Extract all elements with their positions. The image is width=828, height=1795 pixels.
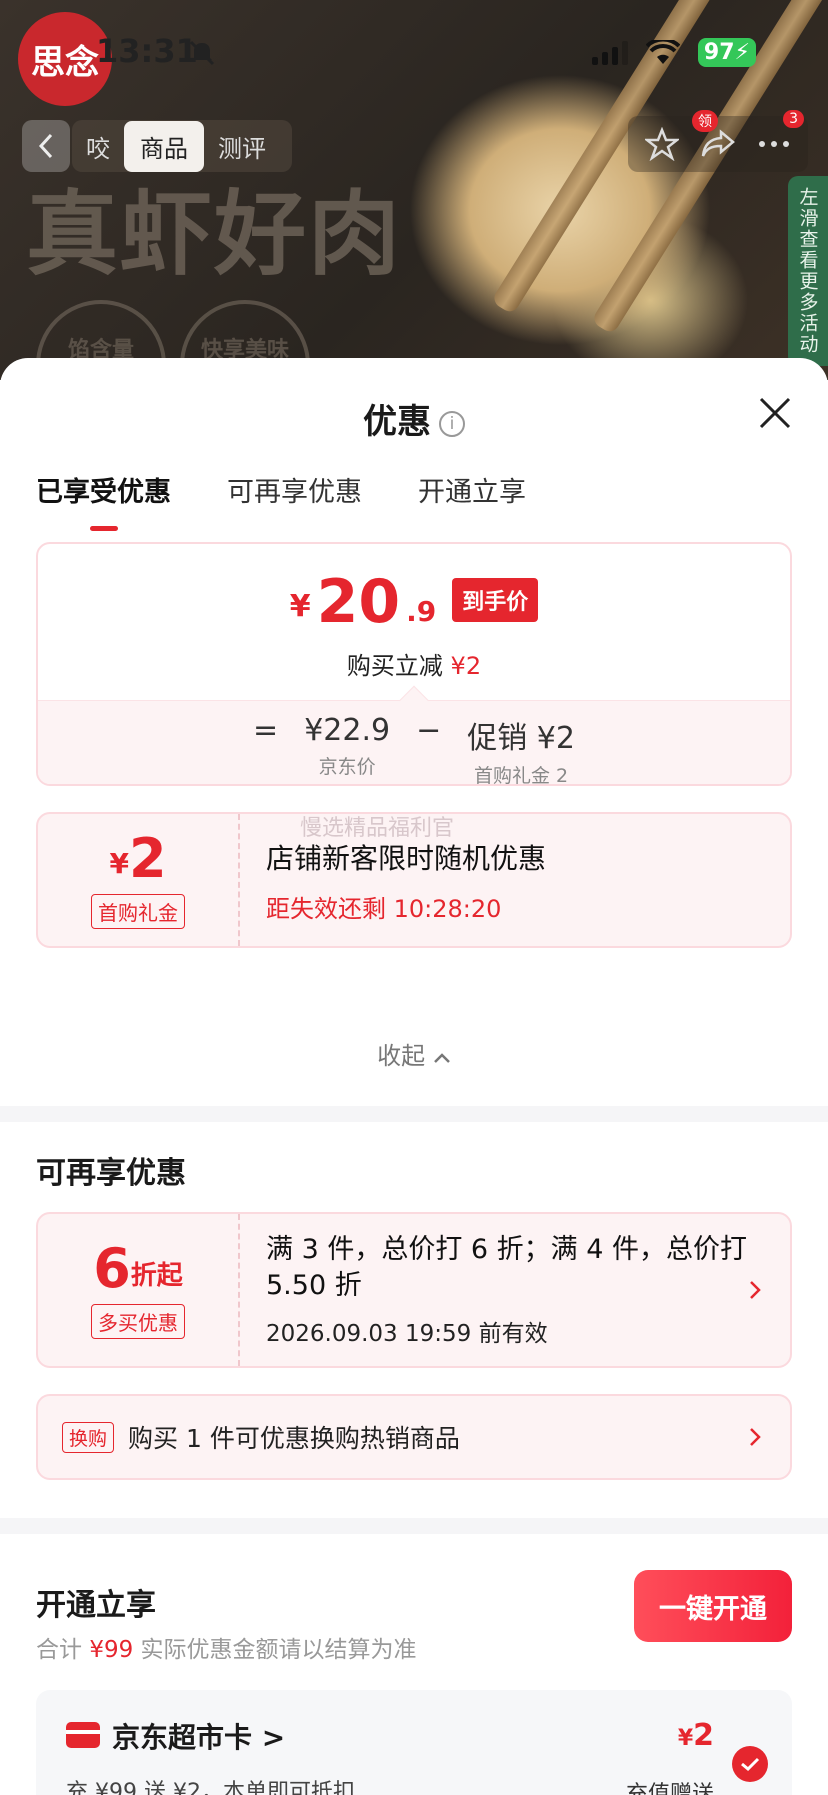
- favorite-button[interactable]: [642, 124, 682, 164]
- chevron-up-icon: [433, 1053, 450, 1063]
- jd-price: ¥22.9: [304, 713, 391, 748]
- card-bonus-label: 充值赠送: [625, 1782, 714, 1795]
- more-button[interactable]: 3: [754, 110, 804, 164]
- one-click-open-button[interactable]: 一键开通: [634, 1570, 792, 1642]
- card-icon: [66, 1722, 100, 1748]
- tab-more[interactable]: 可再享优惠: [227, 470, 362, 509]
- tab-enjoyed[interactable]: 已享受优惠: [36, 470, 171, 509]
- coupon-expiry: 2026.09.03 19:59 前有效: [266, 1321, 548, 1348]
- share-icon: [701, 129, 735, 157]
- price-formula: = ¥22.9 京东价 − 促销 ¥2 首购礼金 2: [253, 713, 575, 786]
- swap-text: 购买 1 件可优惠换购热销商品: [128, 1424, 460, 1453]
- final-price-card: ¥ 20 .9 到手价 购买立减 ¥2 = ¥22.9 京东价 − 促销 ¥2 首购…: [36, 542, 792, 786]
- discount-sheet: 优惠 i 已享受优惠 可再享优惠 开通立享 ¥ 20 .9 到手价 购买立减 ¥2…: [0, 358, 828, 1795]
- collapse-button[interactable]: 收起: [0, 1036, 828, 1071]
- coupon-title: 店铺新客限时随机优惠: [266, 841, 547, 875]
- discount-tabs: 已享受优惠 可再享优惠 开通立享: [36, 470, 526, 509]
- share-button[interactable]: 领: [692, 110, 738, 164]
- multi-buy-coupon[interactable]: 6 折起 多买优惠 满 3 件，总价打 6 折；满 4 件，总价打 5.50 折 …: [36, 1212, 792, 1368]
- open-section-title: 开通立享: [36, 1588, 156, 1623]
- status-time: 13:31: [96, 32, 198, 70]
- checkmark-icon: [741, 1757, 760, 1772]
- swap-tag: 换购: [62, 1421, 115, 1453]
- bell-muted-icon: [189, 40, 215, 66]
- coupon-type-label: 多买优惠: [91, 1303, 185, 1339]
- swap-offer[interactable]: 换购 购买 1 件可优惠换购热销商品: [36, 1394, 792, 1480]
- first-purchase-coupon: ¥2 首购礼金 店铺新客限时随机优惠 距失效还剩 10:28:20 慢选精品福利…: [36, 812, 792, 948]
- coupon-amount: ¥2: [109, 826, 167, 890]
- discount-rate: 6 折起: [93, 1236, 183, 1300]
- promo-amount: 促销 ¥2: [467, 721, 575, 756]
- nav-tab-product[interactable]: 商品: [124, 120, 204, 172]
- tab-open[interactable]: 开通立享: [418, 470, 526, 509]
- section-divider: [0, 1518, 828, 1534]
- star-icon: [645, 127, 679, 161]
- open-section-subtitle: 合计 ¥99 实际优惠金额请以结算为准: [36, 1637, 417, 1663]
- section-divider: [0, 1106, 828, 1122]
- share-badge: 领: [692, 110, 718, 132]
- nav-tab-review[interactable]: 测评: [204, 129, 280, 164]
- product-nav-tabs: 咬 商品 测评: [72, 120, 292, 172]
- supermarket-card-option[interactable]: 京东超市卡 > 充 ¥99 送 ¥2，本单即可抵扣 ¥2 充值赠送: [36, 1690, 792, 1795]
- nav-action-icons: 领 3: [628, 110, 808, 172]
- signal-icon: [591, 40, 628, 65]
- more-badge: 3: [783, 110, 804, 128]
- coupon-rule: 满 3 件，总价打 6 折；满 4 件，总价打 5.50 折: [266, 1233, 748, 1301]
- battery-indicator: 97⚡: [697, 38, 756, 67]
- chevron-right-icon: [750, 1281, 761, 1299]
- close-icon[interactable]: [758, 396, 792, 430]
- watermark: 慢选精品福利官: [300, 816, 455, 841]
- hero-headline: 真虾好肉: [26, 180, 403, 288]
- instant-discount: 购买立减 ¥2: [346, 652, 482, 680]
- card-bonus-amount: ¥2: [677, 1718, 714, 1753]
- side-activity-tab[interactable]: 左滑查看更多活动: [788, 176, 828, 366]
- coupon-type-label: 首购礼金: [91, 893, 185, 929]
- product-hero-image: 真虾好肉 馅含量 快享美味 思念 13:31 97⚡ 咬 商品 测评 领 3 左…: [0, 0, 828, 380]
- selected-checkbox[interactable]: [732, 1746, 768, 1782]
- chevron-left-icon: [38, 133, 53, 159]
- coupon-countdown: 距失效还剩 10:28:20: [266, 894, 502, 923]
- card-description: 充 ¥99 送 ¥2，本单即可抵扣: [66, 1780, 355, 1795]
- info-icon[interactable]: i: [439, 410, 465, 437]
- wifi-icon: [645, 39, 680, 64]
- sheet-title: 优惠 i: [0, 394, 828, 443]
- card-title[interactable]: 京东超市卡 >: [112, 1716, 285, 1756]
- more-dots-icon: [759, 141, 789, 147]
- nav-tab-partial[interactable]: 咬: [72, 129, 124, 164]
- more-offers-title: 可再享优惠: [36, 1156, 186, 1191]
- final-price: ¥ 20 .9 到手价: [38, 572, 790, 632]
- status-indicators: 97⚡: [591, 38, 756, 67]
- back-button[interactable]: [22, 120, 70, 172]
- final-price-tag: 到手价: [452, 578, 539, 622]
- chevron-right-icon: [750, 1428, 761, 1446]
